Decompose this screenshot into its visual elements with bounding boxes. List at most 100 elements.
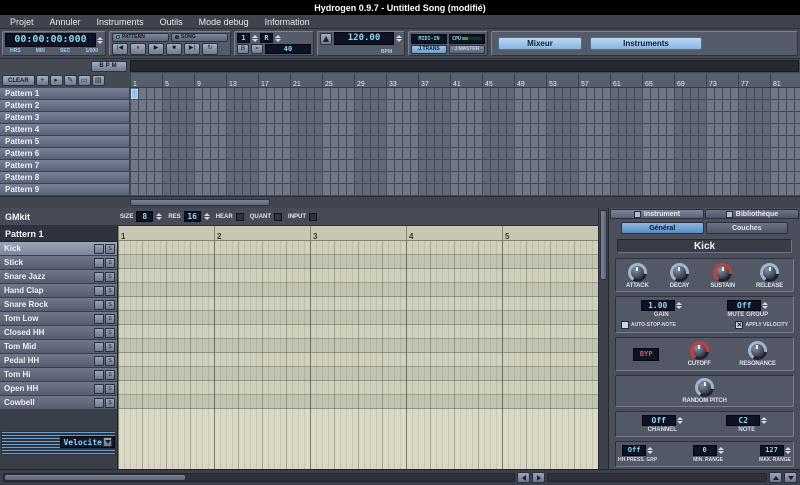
mute-group-spinner[interactable]: [762, 302, 769, 309]
mute-group-control[interactable]: Off MUTE GROUP: [727, 300, 769, 318]
filter-bypass-button[interactable]: BYP: [633, 347, 660, 361]
resonance-knob[interactable]: RESONANCE: [739, 341, 776, 367]
res-value[interactable]: 16: [183, 211, 201, 222]
beat-counter-spinner[interactable]: [252, 34, 258, 42]
envelope-knob[interactable]: DECAY: [670, 263, 689, 289]
pattern-row[interactable]: Pattern 1: [0, 88, 130, 100]
pattern-row[interactable]: Pattern 7: [0, 160, 130, 172]
solo-button[interactable]: S: [105, 257, 115, 268]
range-control[interactable]: 127 MAX. RANGE: [759, 445, 791, 463]
loop-button[interactable]: ↻: [202, 42, 218, 55]
size-spinner[interactable]: [156, 213, 163, 220]
instrument-row[interactable]: Cowbell S: [0, 396, 117, 410]
pattern-row[interactable]: Pattern 8: [0, 172, 130, 184]
solo-button[interactable]: S: [105, 271, 115, 282]
range-spinner[interactable]: [717, 447, 724, 454]
solo-button[interactable]: S: [105, 397, 115, 408]
mute-button[interactable]: [94, 285, 104, 296]
scroll-right-button[interactable]: [532, 472, 545, 483]
mixer-button[interactable]: Mixeur: [498, 37, 582, 50]
play-button[interactable]: ▶: [148, 42, 164, 55]
mute-button[interactable]: [94, 397, 104, 408]
vertical-scroll-thumb[interactable]: [600, 210, 607, 280]
clear-button[interactable]: CLEAR: [2, 75, 35, 86]
timeline-ruler[interactable]: 1 5 9 13 17 21 25 29 33 37 41 45 49 53 57 61 65 69 73 77 81: [130, 73, 800, 88]
tab-library[interactable]: Bibliothèque: [705, 209, 799, 220]
song-mode-button[interactable]: SONG: [171, 32, 228, 42]
stop-button[interactable]: ■: [166, 42, 182, 55]
solo-button[interactable]: S: [105, 313, 115, 324]
solo-button[interactable]: S: [105, 383, 115, 394]
select-mode-button[interactable]: ▭: [77, 75, 91, 86]
jack-master-button[interactable]: J.MASTER: [449, 44, 485, 54]
solo-button[interactable]: S: [105, 327, 115, 338]
mute-button[interactable]: [94, 369, 104, 380]
instrument-row[interactable]: Kick S: [0, 242, 117, 256]
secondary-scrollbar[interactable]: [547, 473, 767, 482]
active-pattern-cell[interactable]: [131, 89, 138, 99]
time-spinner[interactable]: [97, 36, 103, 44]
range-control[interactable]: 0 MIN. RANGE: [692, 445, 724, 463]
option-checkbox[interactable]: AUTO-STOP-NOTE: [621, 321, 676, 329]
scroll-down-button[interactable]: [784, 472, 797, 483]
record-button[interactable]: ●: [130, 42, 146, 55]
pattern-row[interactable]: Pattern 6: [0, 148, 130, 160]
note-grid[interactable]: [118, 241, 598, 469]
pattern-mode-button[interactable]: PATTERN: [112, 32, 169, 42]
size-value[interactable]: 8: [136, 211, 154, 222]
checkbox-box[interactable]: ✕: [735, 321, 744, 329]
instrument-row[interactable]: Tom Mid S: [0, 340, 117, 354]
titlebar[interactable]: Hydrogen 0.9.7 - Untitled Song (modifié): [0, 0, 800, 15]
bpm-spinner[interactable]: [396, 35, 402, 42]
song-scroll-thumb[interactable]: [130, 199, 270, 206]
solo-button[interactable]: S: [105, 369, 115, 380]
pattern-row[interactable]: Pattern 4: [0, 124, 130, 136]
range-spinner[interactable]: [784, 447, 791, 454]
pattern-row[interactable]: Pattern 2: [0, 100, 130, 112]
gain-spinner[interactable]: [675, 302, 682, 309]
solo-button[interactable]: S: [105, 243, 115, 254]
instruments-button[interactable]: Instruments: [590, 37, 702, 50]
song-grid[interactable]: [130, 88, 800, 196]
envelope-knob[interactable]: ATTACK: [626, 263, 649, 289]
metronome-button[interactable]: [320, 32, 332, 45]
song-editor-scrollbar[interactable]: [0, 196, 800, 208]
midi-note-spinner[interactable]: [761, 417, 768, 424]
mute-button[interactable]: [94, 383, 104, 394]
rewind-button[interactable]: |◀: [112, 42, 128, 55]
menu-item[interactable]: Information: [257, 16, 318, 28]
envelope-knob[interactable]: SUSTAIN: [710, 263, 735, 289]
instrument-row[interactable]: Hand Clap S: [0, 284, 117, 298]
mute-button[interactable]: [94, 313, 104, 324]
checkbox-box[interactable]: [621, 321, 629, 329]
midi-channel-control[interactable]: Off CHANNEL: [641, 415, 683, 433]
instrument-row[interactable]: Tom Low S: [0, 312, 117, 326]
gain-control[interactable]: 1.00 GAIN: [640, 300, 682, 318]
add-pattern-button[interactable]: +: [35, 75, 49, 86]
horizontal-scrollbar[interactable]: [3, 473, 515, 482]
instrument-row[interactable]: Pedal HH S: [0, 354, 117, 368]
mute-button[interactable]: [94, 271, 104, 282]
mute-button[interactable]: [94, 299, 104, 310]
res-spinner[interactable]: [203, 213, 210, 220]
envelope-knob[interactable]: RELEASE: [756, 263, 783, 289]
menu-item[interactable]: Mode debug: [191, 16, 257, 28]
dropdown-arrow-icon[interactable]: [103, 437, 112, 447]
mute-button[interactable]: [94, 355, 104, 366]
quant-checkbox[interactable]: [274, 212, 283, 221]
pattern-ruler[interactable]: 1 2 3 4 5: [118, 226, 598, 241]
jack-transport-button[interactable]: J.TRANS: [411, 44, 447, 54]
random-pitch-knob[interactable]: [695, 378, 714, 397]
mute-button[interactable]: [94, 327, 104, 338]
range-spinner[interactable]: [647, 447, 654, 454]
cutoff-knob[interactable]: CUTOFF: [688, 341, 711, 367]
midi-channel-spinner[interactable]: [676, 417, 683, 424]
instrument-row[interactable]: Snare Rock S: [0, 298, 117, 312]
menu-item[interactable]: Outils: [152, 16, 191, 28]
forward-button[interactable]: ▶|: [184, 42, 200, 55]
mute-button[interactable]: [94, 257, 104, 268]
pattern-row[interactable]: Pattern 9: [0, 184, 130, 196]
solo-button[interactable]: S: [105, 285, 115, 296]
midi-note-control[interactable]: C2 NOTE: [726, 415, 768, 433]
scroll-up-button[interactable]: [769, 472, 782, 483]
